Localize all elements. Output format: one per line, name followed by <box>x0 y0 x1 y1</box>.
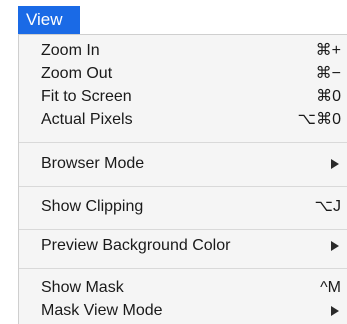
menu-item-zoom-in[interactable]: Zoom In ⌘+ <box>19 39 347 63</box>
shortcut-text: ⌘− <box>315 65 341 82</box>
menu-item-label: Fit to Screen <box>41 88 132 105</box>
menu-item-label: Zoom In <box>41 42 100 59</box>
shortcut-text: ⌥J <box>314 198 341 215</box>
menu-item-preview-background-color[interactable]: Preview Background Color <box>19 234 347 258</box>
menu-item-label: Actual Pixels <box>41 111 133 128</box>
menu-separator <box>19 142 347 143</box>
menu-item-label: Show Mask <box>41 279 124 296</box>
shortcut-text: ⌘+ <box>315 42 341 59</box>
menu-item-show-mask[interactable]: Show Mask ^M <box>19 276 347 300</box>
submenu-arrow-icon <box>331 306 339 316</box>
view-dropdown-menu: Zoom In ⌘+ Zoom Out ⌘− Fit to Screen ⌘0 … <box>18 34 347 324</box>
menu-item-mask-view-mode[interactable]: Mask View Mode <box>19 299 347 323</box>
menu-item-actual-pixels[interactable]: Actual Pixels ⌥⌘0 <box>19 108 347 132</box>
menu-item-zoom-out[interactable]: Zoom Out ⌘− <box>19 62 347 86</box>
menu-item-label: Browser Mode <box>41 155 145 172</box>
shortcut-text: ^M <box>320 279 341 296</box>
shortcut-text: ⌥⌘0 <box>297 111 341 128</box>
menu-item-label: Mask View Mode <box>41 302 163 319</box>
shortcut-text: ⌘0 <box>316 88 341 105</box>
menu-item-show-clipping[interactable]: Show Clipping ⌥J <box>19 195 347 219</box>
view-menu-title[interactable]: View <box>18 6 80 34</box>
menu-item-fit-to-screen[interactable]: Fit to Screen ⌘0 <box>19 85 347 109</box>
submenu-arrow-icon <box>331 241 339 251</box>
menu-item-browser-mode[interactable]: Browser Mode <box>19 152 347 176</box>
menu-separator <box>19 268 347 269</box>
menu-separator <box>19 229 347 230</box>
menu-item-label: Zoom Out <box>41 65 113 82</box>
menu-separator <box>19 186 347 187</box>
submenu-arrow-icon <box>331 159 339 169</box>
menu-item-label: Preview Background Color <box>41 237 231 254</box>
menu-item-label: Show Clipping <box>41 198 144 215</box>
